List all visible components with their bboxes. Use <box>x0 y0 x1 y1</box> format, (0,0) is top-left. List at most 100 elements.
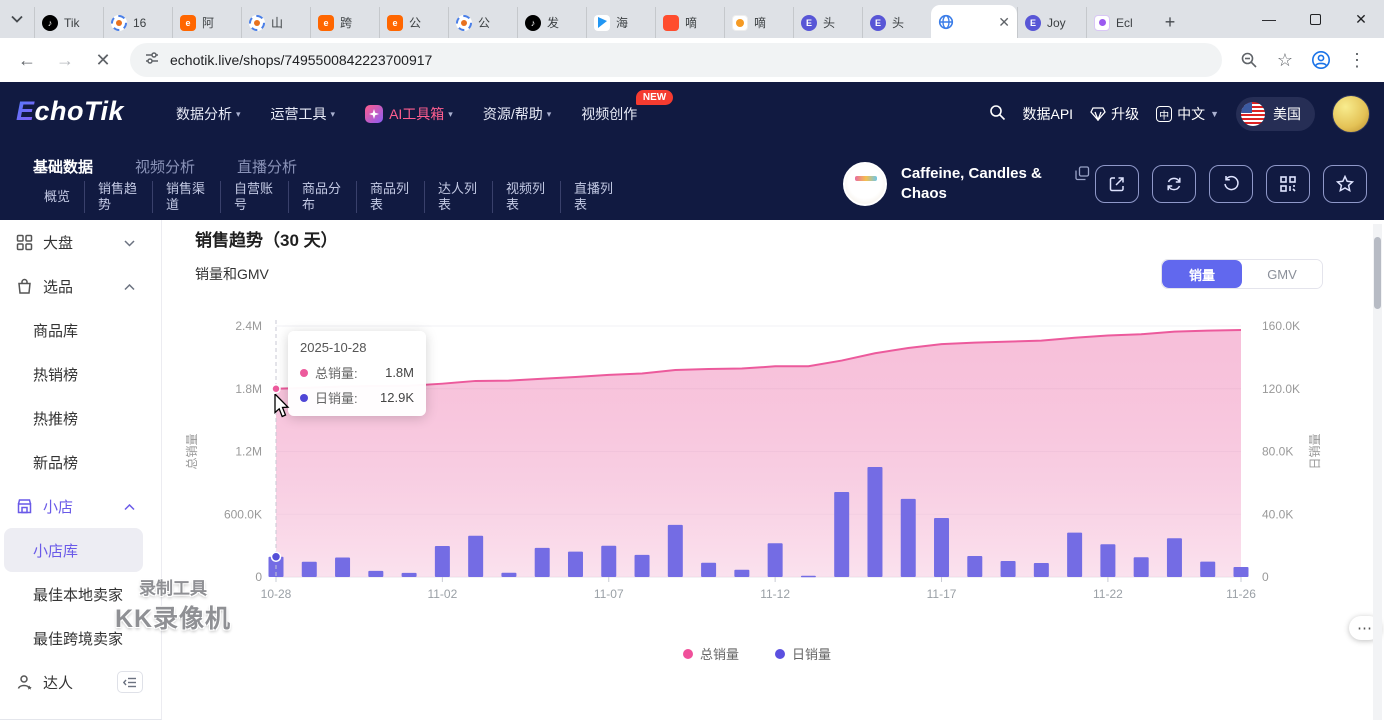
menu-label: 直播列表 <box>574 181 615 213</box>
browser-tab[interactable]: 跨 <box>310 7 379 38</box>
toggle-sales[interactable]: 销量 <box>1162 260 1242 288</box>
menu-video-list[interactable]: 视频列表 <box>492 181 560 213</box>
sidebar-item-product-selection[interactable]: 选品 <box>0 264 161 308</box>
browser-tab[interactable]: 公 <box>379 7 448 38</box>
close-window-button[interactable]: ✕ <box>1338 0 1384 38</box>
user-avatar[interactable] <box>1332 95 1370 133</box>
back-button[interactable]: ← <box>10 43 44 77</box>
browser-tab-active[interactable]: ✕ <box>931 5 1017 38</box>
sales-trend-chart[interactable]: 2.4M1.8M1.2M600.0K0160.0K120.0K80.0K40.0… <box>162 306 1352 618</box>
tab-close-icon[interactable]: ✕ <box>998 15 1010 29</box>
nav-resources-help[interactable]: 资源/帮助▾ <box>483 104 551 124</box>
zoom-icon[interactable] <box>1232 43 1266 77</box>
browser-tab[interactable]: 16 <box>103 7 172 38</box>
globe-favicon <box>938 14 954 30</box>
sidebar-item-hot-sales-ranking[interactable]: 热销榜 <box>0 352 161 396</box>
page-scrollbar[interactable] <box>1373 224 1382 720</box>
data-api-link[interactable]: 数据API <box>1023 104 1074 124</box>
tab-video-analysis[interactable]: 视频分析 <box>135 156 195 177</box>
open-external-button[interactable] <box>1095 165 1139 203</box>
browser-tab-strip: Tik 16 阿 山 跨 公 公 发 海 嘀 嘀 头 头 ✕ Joy Ecl +… <box>0 0 1384 38</box>
sidebar-item-hot-promotion-ranking[interactable]: 热推榜 <box>0 396 161 440</box>
browser-tab[interactable]: Joy <box>1017 7 1086 38</box>
upgrade-link[interactable]: 升级 <box>1090 104 1139 124</box>
tiger-favicon <box>732 15 748 31</box>
purple-lamp-favicon <box>1094 15 1110 31</box>
refresh-button[interactable] <box>1152 165 1196 203</box>
echotik-logo[interactable]: EchoTik <box>16 96 124 127</box>
browser-tab[interactable]: Ecl <box>1086 7 1155 38</box>
shop-name[interactable]: Caffeine, Candles & Chaos <box>901 164 1047 204</box>
history-button[interactable] <box>1209 165 1253 203</box>
menu-product-distribution[interactable]: 商品分布 <box>288 181 356 213</box>
sidebar-item-shop[interactable]: 小店 <box>0 484 161 528</box>
browser-tab[interactable]: 公 <box>448 7 517 38</box>
address-bar[interactable]: echotik.live/shops/7495500842223700917 <box>130 43 1222 77</box>
menu-live-list[interactable]: 直播列表 <box>560 181 628 213</box>
new-tab-button[interactable]: + <box>1155 7 1185 38</box>
menu-product-list[interactable]: 商品列表 <box>356 181 424 213</box>
mouse-cursor <box>274 394 291 423</box>
sidebar-item-new-product-ranking[interactable]: 新品榜 <box>0 440 161 484</box>
tab-live-analysis[interactable]: 直播分析 <box>237 156 297 177</box>
browser-tab[interactable]: Tik <box>34 7 103 38</box>
scrollbar-thumb[interactable] <box>1374 237 1381 309</box>
browser-tab[interactable]: 嘀 <box>724 7 793 38</box>
forward-button[interactable]: → <box>48 43 82 77</box>
nav-data-analysis[interactable]: 数据分析▾ <box>176 104 241 124</box>
chevron-down-icon: ▾ <box>448 109 453 120</box>
chart-legend: 总销量 日销量 <box>162 644 1352 663</box>
tooltip-value: 12.9K <box>380 390 414 405</box>
sidebar-collapse-button[interactable] <box>117 671 143 693</box>
page-title: 销售趋势（30 天） <box>195 226 338 251</box>
sidebar-item-best-crossborder-sellers[interactable]: 最佳跨境卖家 <box>0 616 161 660</box>
minimize-button[interactable]: — <box>1246 0 1292 38</box>
maximize-button[interactable] <box>1292 0 1338 38</box>
browser-tab[interactable]: 头 <box>862 7 931 38</box>
menu-label: 概览 <box>44 189 71 205</box>
menu-sales-trend[interactable]: 销售趋势 <box>84 181 152 213</box>
menu-self-accounts[interactable]: 自营账号 <box>220 181 288 213</box>
nav-label: 视频创作 <box>581 104 637 124</box>
sidebar-item-product-library[interactable]: 商品库 <box>0 308 161 352</box>
browser-tab[interactable]: 海 <box>586 7 655 38</box>
shop-info: Caffeine, Candles & Chaos <box>843 162 1090 206</box>
copy-icon[interactable] <box>1075 166 1090 186</box>
sidebar-item-market[interactable]: 大盘 <box>0 220 161 264</box>
shop-avatar <box>843 162 887 206</box>
browser-tab[interactable]: 山 <box>241 7 310 38</box>
browser-tab[interactable]: 头 <box>793 7 862 38</box>
nav-ai-toolbox[interactable]: AI工具箱▾ <box>365 104 453 124</box>
toggle-gmv[interactable]: GMV <box>1242 260 1322 288</box>
browser-menu-icon[interactable]: ⋮ <box>1340 43 1374 77</box>
search-icon[interactable] <box>989 104 1006 124</box>
legend-label: 日销量 <box>792 644 831 663</box>
language-selector[interactable]: 中文▼ <box>1156 104 1219 124</box>
sidebar-item-best-local-sellers[interactable]: 最佳本地卖家 <box>0 572 161 616</box>
tab-title: 阿 <box>202 14 214 31</box>
menu-creator-list[interactable]: 达人列表 <box>424 181 492 213</box>
url-text[interactable]: echotik.live/shops/7495500842223700917 <box>170 52 432 68</box>
legend-total-sales[interactable]: 总销量 <box>683 644 739 663</box>
tab-search-chevron-icon[interactable] <box>0 0 34 38</box>
svg-text:11-12: 11-12 <box>760 587 790 601</box>
country-selector[interactable]: 美国 <box>1236 97 1315 131</box>
sidebar-item-creators[interactable]: 达人 <box>0 660 161 704</box>
sidebar-item-shop-library[interactable]: 小店库 <box>4 528 143 572</box>
legend-daily-sales[interactable]: 日销量 <box>775 644 831 663</box>
tab-basic-data[interactable]: 基础数据 <box>33 156 93 177</box>
menu-overview[interactable]: 概览 <box>31 181 84 213</box>
menu-label: 视频列表 <box>506 181 547 213</box>
site-controls-icon[interactable] <box>144 50 160 71</box>
menu-sales-channel[interactable]: 销售渠道 <box>152 181 220 213</box>
bookmark-star-icon[interactable]: ☆ <box>1268 43 1302 77</box>
browser-tab[interactable]: 阿 <box>172 7 241 38</box>
nav-operation-tools[interactable]: 运营工具▾ <box>271 104 336 124</box>
browser-tab[interactable]: 嘀 <box>655 7 724 38</box>
browser-tab[interactable]: 发 <box>517 7 586 38</box>
qr-code-button[interactable] <box>1266 165 1310 203</box>
nav-video-creation[interactable]: 视频创作NEW <box>581 104 637 124</box>
stop-loading-button[interactable]: ✕ <box>86 43 120 77</box>
favorite-star-button[interactable] <box>1323 165 1367 203</box>
profile-icon[interactable] <box>1304 43 1338 77</box>
